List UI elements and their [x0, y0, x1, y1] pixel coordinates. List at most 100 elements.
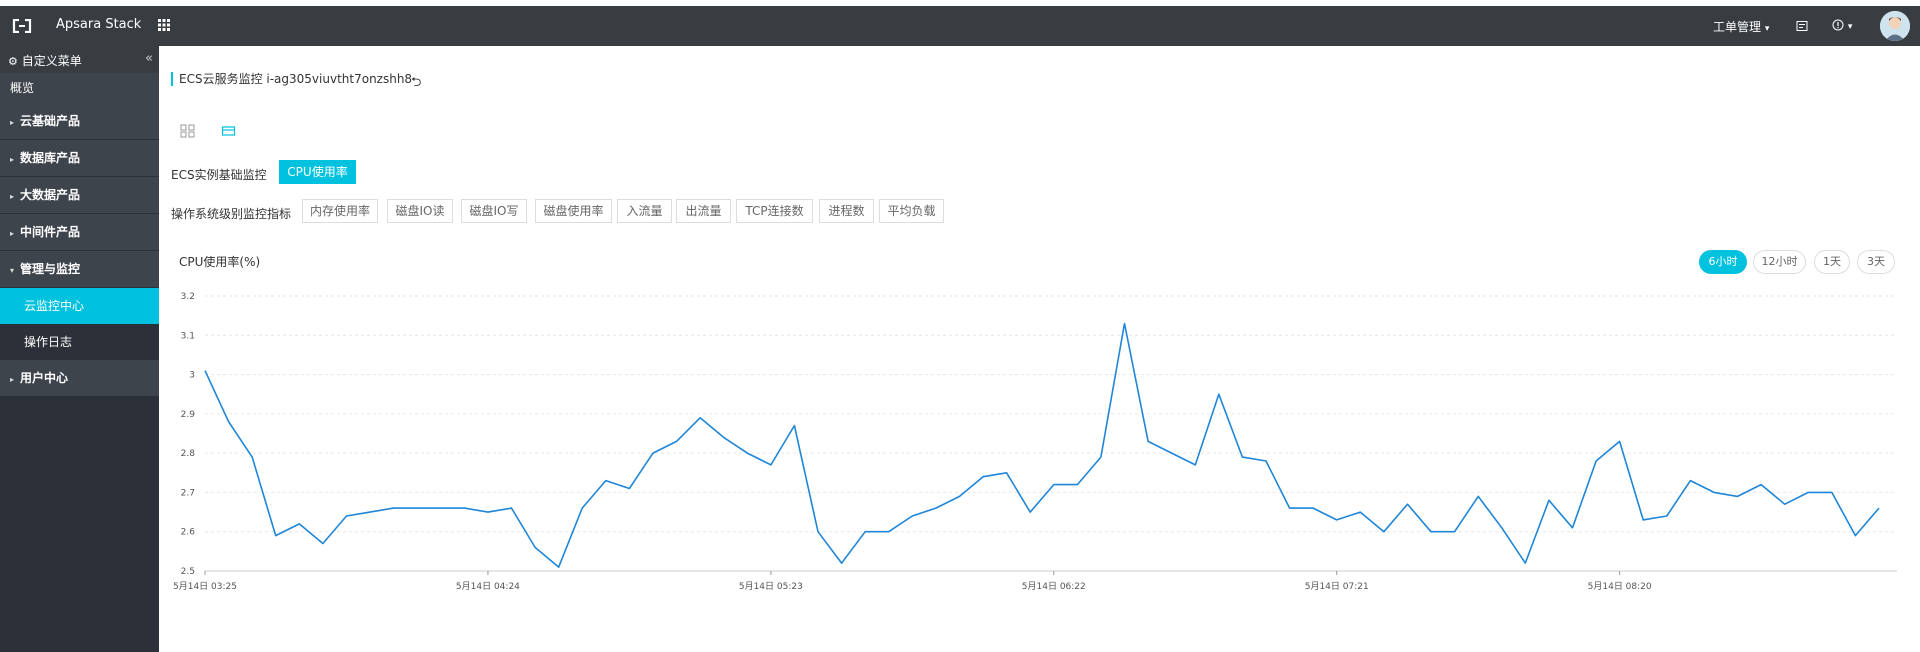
data-point[interactable] [696, 414, 704, 422]
apsara-logo-icon[interactable] [12, 19, 32, 33]
data-point[interactable] [578, 504, 586, 512]
data-point[interactable] [979, 473, 987, 481]
sidebar-item-label: 数据库产品 [20, 151, 81, 165]
data-point[interactable] [531, 543, 539, 551]
data-point[interactable] [460, 504, 468, 512]
sidebar-group-database[interactable]: ▸ 数据库产品 [0, 140, 159, 177]
data-point[interactable] [1592, 457, 1600, 465]
data-point[interactable] [1710, 488, 1718, 496]
chevron-down-icon: ▾ [1847, 22, 1853, 32]
help-menu[interactable]: ▾ [1832, 18, 1852, 32]
data-point[interactable] [908, 512, 916, 520]
sidebar-item-overview[interactable]: 概览 [0, 73, 159, 103]
apps-grid-icon[interactable] [157, 18, 171, 32]
data-point[interactable] [814, 528, 822, 536]
sidebar-group-middleware[interactable]: ▸ 中间件产品 [0, 214, 159, 251]
caret-right-icon: ▸ [10, 229, 15, 238]
data-point[interactable] [1498, 524, 1506, 532]
data-point[interactable] [1804, 488, 1812, 496]
data-point[interactable] [1262, 457, 1270, 465]
data-point[interactable] [1639, 516, 1647, 524]
data-point[interactable] [1781, 500, 1789, 508]
data-point[interactable] [1003, 469, 1011, 477]
custom-menu-label[interactable]: 自定义菜单 [22, 54, 82, 68]
collapse-sidebar-icon[interactable]: « [145, 51, 153, 66]
data-point[interactable] [555, 563, 563, 571]
data-point[interactable] [201, 367, 209, 375]
data-point[interactable] [861, 528, 869, 536]
data-point[interactable] [625, 485, 633, 493]
data-point[interactable] [1121, 320, 1129, 328]
data-point[interactable] [1875, 504, 1883, 512]
data-point[interactable] [1191, 461, 1199, 469]
data-point[interactable] [343, 512, 351, 520]
sidebar-item-cloud-monitor[interactable]: 云监控中心 [0, 288, 159, 324]
sidebar-group-user-center[interactable]: ▸ 用户中心 [0, 360, 159, 397]
data-point[interactable] [1238, 453, 1246, 461]
data-point[interactable] [1663, 512, 1671, 520]
data-point[interactable] [1686, 477, 1694, 485]
data-point[interactable] [1828, 488, 1836, 496]
data-point[interactable] [295, 520, 303, 528]
user-avatar[interactable] [1880, 11, 1910, 41]
data-point[interactable] [272, 532, 280, 540]
data-point[interactable] [437, 504, 445, 512]
data-point[interactable] [1144, 437, 1152, 445]
data-point[interactable] [1521, 559, 1529, 567]
data-point[interactable] [1097, 453, 1105, 461]
data-point[interactable] [932, 504, 940, 512]
data-point[interactable] [673, 437, 681, 445]
brand-name[interactable]: Apsara Stack [56, 17, 141, 32]
data-point[interactable] [225, 418, 233, 426]
caret-down-icon: ▾ [10, 266, 15, 275]
data-point[interactable] [319, 540, 327, 548]
data-point[interactable] [1616, 437, 1624, 445]
data-point[interactable] [1026, 508, 1034, 516]
data-point[interactable] [649, 449, 657, 457]
data-point[interactable] [508, 504, 516, 512]
data-point[interactable] [1757, 481, 1765, 489]
sidebar-item-label: 用户中心 [20, 371, 69, 385]
data-point[interactable] [1356, 508, 1364, 516]
caret-right-icon: ▸ [10, 375, 15, 384]
data-point[interactable] [413, 504, 421, 512]
data-point[interactable] [1404, 500, 1412, 508]
data-point[interactable] [767, 461, 775, 469]
sidebar-item-operation-log[interactable]: 操作日志 [0, 324, 159, 360]
data-point[interactable] [1333, 516, 1341, 524]
data-point[interactable] [1427, 528, 1435, 536]
data-point[interactable] [1309, 504, 1317, 512]
data-point[interactable] [956, 492, 964, 500]
data-point[interactable] [1545, 496, 1553, 504]
data-point[interactable] [390, 504, 398, 512]
data-point[interactable] [366, 508, 374, 516]
sidebar-group-management[interactable]: ▾ 管理与监控 [0, 251, 159, 288]
data-point[interactable] [1050, 481, 1058, 489]
sidebar-group-cloud-basic[interactable]: ▸ 云基础产品 [0, 103, 159, 140]
data-point[interactable] [484, 508, 492, 516]
data-point[interactable] [1734, 492, 1742, 500]
data-point[interactable] [720, 433, 728, 441]
caret-right-icon: ▸ [10, 118, 15, 127]
gear-icon[interactable]: ⚙ [8, 55, 18, 68]
sidebar-group-bigdata[interactable]: ▸ 大数据产品 [0, 177, 159, 214]
data-point[interactable] [602, 477, 610, 485]
data-point[interactable] [1286, 504, 1294, 512]
data-point[interactable] [838, 559, 846, 567]
data-point[interactable] [248, 453, 256, 461]
data-point[interactable] [1851, 532, 1859, 540]
message-icon[interactable] [1796, 20, 1808, 32]
data-point[interactable] [1451, 528, 1459, 536]
data-point[interactable] [1168, 449, 1176, 457]
cpu-series-line[interactable] [204, 322, 1880, 568]
data-point[interactable] [885, 528, 893, 536]
data-point[interactable] [1569, 524, 1577, 532]
data-point[interactable] [1380, 528, 1388, 536]
data-point[interactable] [1073, 481, 1081, 489]
data-point[interactable] [790, 422, 798, 430]
ticket-menu[interactable]: 工单管理 ▾ [1713, 18, 1769, 35]
data-point[interactable] [1215, 390, 1223, 398]
data-point[interactable] [1474, 492, 1482, 500]
data-point[interactable] [743, 449, 751, 457]
x-tick-label: 5月14日 07:21 [1305, 581, 1369, 592]
